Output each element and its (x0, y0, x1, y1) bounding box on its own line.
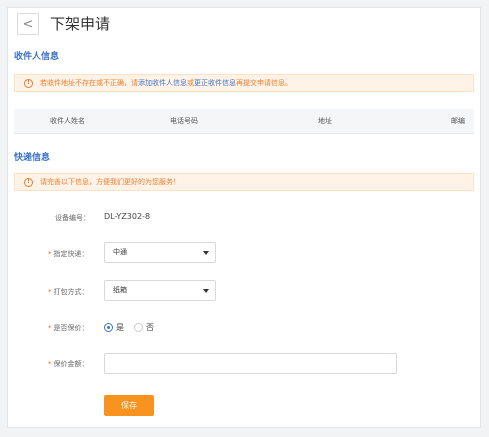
packing-label: * 打包方式： (48, 288, 89, 296)
recipient-section-title: 收件人信息 (14, 52, 60, 62)
column-header-phone: 电话号码 (170, 117, 198, 125)
device-label: 设备编号： (55, 214, 90, 222)
required-mark: * (48, 250, 52, 258)
recipient-alert: ! 若收件地址不存在或不正确，请 添加收件人信息 或 更正收件信息 再提交申请信… (14, 74, 474, 92)
courier-label: * 指定快递： (48, 250, 89, 258)
caret-down-icon (203, 251, 209, 255)
insure-amount-input[interactable] (104, 353, 397, 374)
insure-no-radio[interactable]: 否 (134, 322, 154, 333)
caret-down-icon (203, 289, 209, 293)
info-icon: ! (24, 177, 33, 187)
alert-text-or: 或 (187, 79, 194, 87)
packing-select[interactable]: 纸箱 (104, 280, 216, 301)
courier-select[interactable]: 中通 (104, 242, 216, 263)
radio-checked-icon (104, 323, 113, 332)
update-recipient-link[interactable]: 更正收件信息 (194, 78, 236, 88)
radio-unchecked-icon (134, 323, 143, 332)
save-button[interactable]: 保存 (104, 395, 154, 416)
required-mark: * (48, 324, 52, 332)
chevron-left-icon: < (22, 16, 34, 32)
column-header-zip: 邮编 (451, 117, 465, 125)
add-recipient-link[interactable]: 添加收件人信息 (138, 78, 187, 88)
recipient-table-header: 收件人姓名 电话号码 地址 邮编 (14, 109, 474, 134)
express-section-title: 快递信息 (14, 153, 51, 163)
required-mark: * (48, 288, 52, 296)
back-button[interactable]: < (17, 13, 39, 35)
express-alert-text: 请完善以下信息，方便我们更好的为您服务！ (40, 178, 180, 186)
express-alert: ! 请完善以下信息，方便我们更好的为您服务！ (14, 173, 474, 191)
info-icon: ! (24, 78, 33, 88)
required-mark: * (48, 360, 52, 368)
column-header-name: 收件人姓名 (50, 117, 85, 125)
column-header-address: 地址 (318, 117, 332, 125)
insure-amount-label: * 保价金额： (48, 360, 89, 368)
insure-label: * 是否保价： (48, 324, 89, 332)
insure-yes-radio[interactable]: 是 (104, 322, 124, 333)
page-title: 下架申请 (50, 15, 111, 33)
alert-text-after: 再提交申请信息。 (236, 79, 292, 87)
alert-text-before: 若收件地址不存在或不正确，请 (40, 79, 138, 87)
device-value: DL-YZ302-8 (104, 212, 151, 221)
